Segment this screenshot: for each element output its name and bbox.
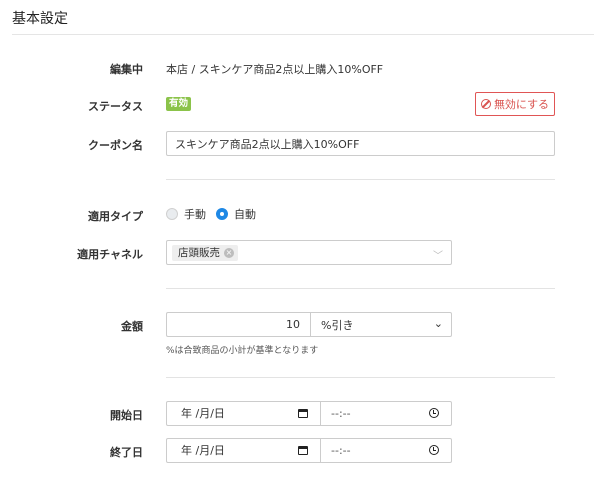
discount-unit-select[interactable]: %引き ⌄ — [310, 312, 452, 337]
start-date-placeholder: 年 /月/日 — [181, 407, 225, 420]
radio-manual-label: 手動 — [184, 208, 206, 221]
end-date-label: 終了日 — [110, 446, 143, 459]
discount-unit-value: %引き — [321, 318, 354, 332]
channel-multiselect[interactable]: 店頭販売 × ﹀ — [166, 240, 452, 265]
amount-help-text: %は合致商品の小計が基準となります — [166, 346, 319, 356]
channel-label: 適用チャネル — [77, 248, 143, 261]
end-date-input[interactable]: 年 /月/日 — [167, 439, 321, 462]
start-date-label: 開始日 — [110, 409, 143, 422]
start-time-input[interactable]: --:-- — [321, 402, 451, 425]
disable-button-label: 無効にする — [493, 98, 550, 111]
channel-chip-label: 店頭販売 — [178, 247, 220, 259]
coupon-name-input[interactable] — [166, 131, 555, 156]
title-divider — [12, 34, 594, 35]
ban-icon — [480, 99, 491, 109]
end-time-input[interactable]: --:-- — [321, 439, 451, 462]
divider — [166, 288, 555, 289]
amount-input[interactable] — [166, 312, 310, 337]
end-date-placeholder: 年 /月/日 — [181, 444, 225, 457]
editing-value: 本店 / スキンケア商品2点以上購入10%OFF — [166, 63, 384, 76]
editing-label: 編集中 — [110, 63, 143, 76]
divider — [166, 377, 555, 378]
chevron-down-icon[interactable]: ﹀ — [433, 247, 443, 262]
apply-type-label: 適用タイプ — [88, 210, 143, 223]
apply-type-radio-group: 手動 自動 — [166, 206, 266, 222]
start-date-input[interactable]: 年 /月/日 — [167, 402, 321, 425]
radio-auto[interactable]: 自動 — [216, 206, 256, 222]
calendar-icon[interactable] — [298, 409, 308, 418]
clock-icon[interactable] — [429, 445, 439, 455]
coupon-name-label: クーポン名 — [88, 139, 143, 152]
start-time-placeholder: --:-- — [331, 407, 351, 420]
radio-manual[interactable]: 手動 — [166, 206, 206, 222]
end-time-placeholder: --:-- — [331, 444, 351, 457]
radio-manual-dot[interactable] — [166, 208, 178, 220]
section-title: 基本設定 — [12, 11, 68, 27]
disable-button[interactable]: 無効にする — [475, 92, 555, 116]
radio-auto-label: 自動 — [234, 208, 256, 221]
amount-label: 金額 — [121, 320, 143, 333]
divider — [166, 179, 555, 180]
radio-auto-dot[interactable] — [216, 208, 228, 220]
end-datetime: 年 /月/日 --:-- — [166, 438, 452, 463]
channel-chip: 店頭販売 × — [172, 245, 238, 261]
start-datetime: 年 /月/日 --:-- — [166, 401, 452, 426]
calendar-icon[interactable] — [298, 446, 308, 455]
status-label: ステータス — [88, 100, 143, 113]
clock-icon[interactable] — [429, 408, 439, 418]
status-badge: 有効 — [166, 97, 192, 111]
chevron-down-icon: ⌄ — [433, 317, 443, 330]
remove-chip-icon[interactable]: × — [224, 248, 234, 258]
